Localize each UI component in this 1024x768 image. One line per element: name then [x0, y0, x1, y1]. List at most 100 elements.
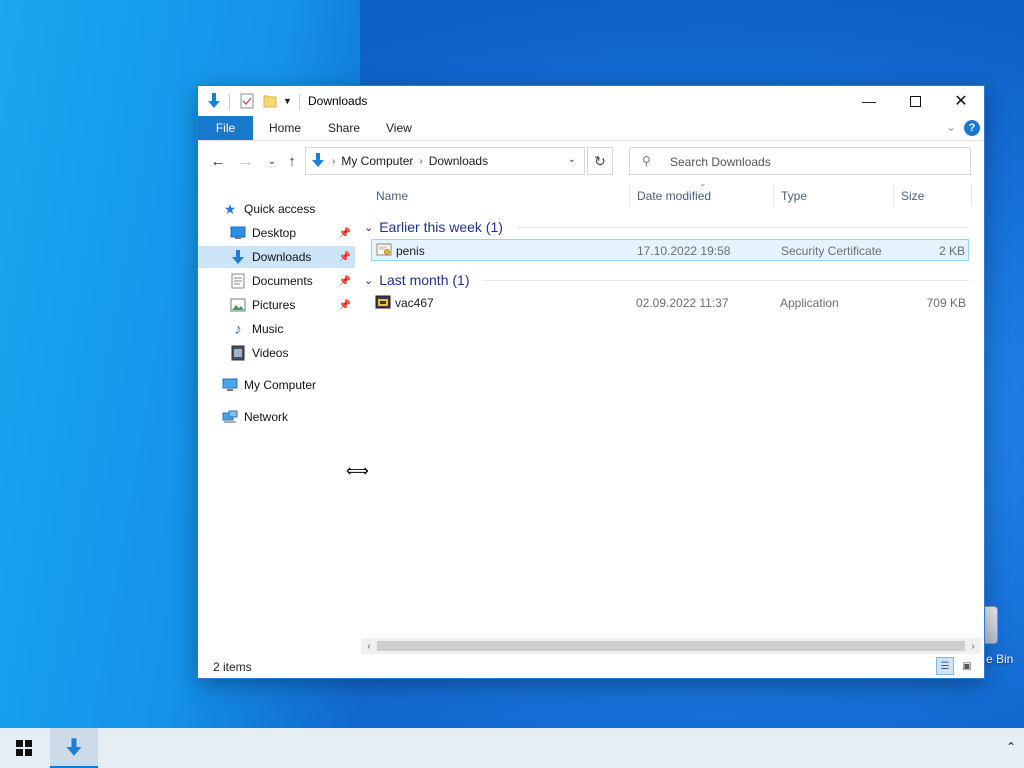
tab-view[interactable]: View: [374, 116, 424, 140]
application-icon: [375, 294, 391, 310]
certificate-icon: [376, 242, 392, 258]
file-size: 2 KB: [938, 244, 965, 258]
column-header-type[interactable]: Type: [781, 182, 807, 210]
search-input[interactable]: [668, 152, 962, 172]
scroll-right-icon[interactable]: ›: [965, 638, 981, 654]
file-type: Application: [780, 296, 839, 310]
large-icons-view-icon: ▣: [962, 660, 972, 672]
search-icon: ⚲: [642, 154, 651, 168]
group-header-last-month[interactable]: ⌄ Last month (1): [364, 269, 469, 291]
customize-qa-dropdown-icon[interactable]: ▼: [283, 92, 292, 110]
taskbar-file-explorer-button[interactable]: [50, 728, 98, 768]
breadcrumb-my-computer[interactable]: My Computer: [341, 154, 413, 168]
recent-locations-button[interactable]: ⌄: [262, 151, 282, 171]
column-header-size[interactable]: Size: [901, 182, 924, 210]
arrow-up-icon: ↑: [288, 152, 296, 170]
breadcrumb-downloads[interactable]: Downloads: [429, 154, 488, 168]
nav-item-label: Music: [252, 322, 284, 336]
file-size: 709 KB: [926, 296, 966, 310]
navigation-pane: ★ Quick access Desktop 📌 Downloads 📌 Doc…: [198, 196, 369, 646]
address-dropdown-icon[interactable]: ⌄: [568, 154, 576, 165]
close-button[interactable]: ✕: [938, 86, 984, 116]
nav-item-documents[interactable]: Documents 📌: [198, 270, 355, 292]
address-bar[interactable]: › My Computer › Downloads ⌄: [305, 147, 585, 175]
file-explorer-window: ▼ Downloads — ✕ File Home Share View ⌄ ?…: [198, 86, 984, 678]
file-date: 02.09.2022 11:37: [636, 296, 729, 310]
file-name[interactable]: vac467: [395, 296, 434, 310]
file-date: 17.10.2022 19:58: [637, 244, 731, 258]
nav-network[interactable]: Network: [198, 406, 355, 428]
nav-item-music[interactable]: ♪ Music: [198, 318, 355, 340]
pin-icon[interactable]: 📌: [339, 252, 351, 263]
expand-ribbon-icon[interactable]: ⌄: [946, 120, 956, 134]
nav-item-label: Documents: [252, 274, 313, 288]
tab-share[interactable]: Share: [316, 116, 372, 140]
breadcrumb-separator-icon[interactable]: ›: [419, 156, 422, 167]
music-icon: ♪: [234, 320, 242, 338]
scrollbar-thumb[interactable]: [377, 641, 965, 651]
show-hidden-icons-chevron-up-icon[interactable]: ⌃: [1006, 740, 1016, 754]
new-folder-icon[interactable]: [262, 92, 278, 110]
ribbon: File Home Share View ⌄ ?: [198, 116, 984, 141]
file-type: Security Certificate: [781, 244, 882, 258]
details-view-button[interactable]: ☰: [936, 657, 954, 675]
nav-item-label: Pictures: [252, 298, 296, 312]
desktop-icon: [230, 225, 246, 241]
pin-icon[interactable]: 📌: [339, 300, 351, 311]
search-box[interactable]: ⚲: [629, 147, 971, 175]
recycle-bin-label[interactable]: e Bin: [986, 652, 1013, 666]
title-bar[interactable]: ▼ Downloads — ✕: [198, 86, 984, 116]
refresh-icon: ↻: [594, 152, 606, 169]
nav-item-downloads[interactable]: Downloads 📌: [198, 246, 355, 268]
star-icon: ★: [223, 200, 237, 217]
tab-file[interactable]: File: [198, 116, 253, 140]
minimize-button[interactable]: —: [846, 86, 892, 116]
file-row-vac467[interactable]: vac467 02.09.2022 11:37 Application 709 …: [371, 292, 969, 314]
help-icon[interactable]: ?: [964, 120, 980, 136]
nav-my-computer[interactable]: My Computer: [198, 374, 355, 396]
nav-item-label: Desktop: [252, 226, 297, 240]
forward-button[interactable]: →: [236, 151, 256, 171]
file-list: Name ⌄ Date modified Type Size ⌄ Earlier…: [361, 178, 979, 636]
address-row: ← → ⌄ ↑ › My Computer › Downloads ⌄ ↻ ⚲ …: [198, 141, 984, 181]
nav-item-pictures[interactable]: Pictures 📌: [198, 294, 355, 316]
back-button[interactable]: ←: [208, 151, 228, 171]
file-row-penis[interactable]: penis 17.10.2022 19:58 Security Certific…: [371, 239, 969, 261]
start-button[interactable]: [0, 728, 48, 768]
group-header-earlier-this-week[interactable]: ⌄ Earlier this week (1): [364, 216, 503, 238]
column-header-name[interactable]: Name: [376, 182, 408, 210]
qa-separator: [229, 94, 230, 110]
nav-quick-access[interactable]: ★ Quick access: [198, 198, 355, 220]
network-icon: [222, 409, 238, 425]
column-header-date[interactable]: Date modified: [637, 182, 711, 210]
breadcrumb-separator-icon[interactable]: ›: [332, 156, 335, 167]
maximize-button[interactable]: [892, 86, 938, 116]
column-separator[interactable]: [971, 184, 972, 206]
minimize-icon: —: [862, 93, 876, 109]
column-separator[interactable]: [773, 184, 774, 206]
nav-item-desktop[interactable]: Desktop 📌: [198, 222, 355, 244]
downloads-icon: [66, 738, 82, 756]
nav-quick-access-label: Quick access: [244, 202, 316, 216]
chevron-down-icon: ⌄: [364, 221, 374, 234]
file-name[interactable]: penis: [396, 244, 425, 258]
nav-item-videos[interactable]: Videos: [198, 342, 355, 364]
details-view-icon: ☰: [940, 660, 950, 672]
maximize-icon: [909, 95, 921, 107]
chevron-down-icon: ⌄: [267, 155, 277, 167]
large-icons-view-button[interactable]: ▣: [958, 657, 976, 675]
scroll-left-icon[interactable]: ‹: [361, 638, 377, 654]
window-app-icon[interactable]: [206, 92, 222, 110]
group-label: Earlier this week (1): [379, 219, 503, 235]
horizontal-scrollbar[interactable]: ‹ ›: [361, 638, 981, 654]
taskbar: ⌃: [0, 728, 1024, 768]
column-separator[interactable]: [893, 184, 894, 206]
column-separator[interactable]: [629, 184, 630, 206]
refresh-button[interactable]: ↻: [587, 147, 613, 175]
pin-icon[interactable]: 📌: [339, 276, 351, 287]
properties-icon[interactable]: [240, 92, 254, 110]
up-button[interactable]: ↑: [282, 151, 302, 171]
pictures-icon: [230, 297, 246, 313]
pin-icon[interactable]: 📌: [339, 228, 351, 239]
tab-home[interactable]: Home: [257, 116, 313, 140]
